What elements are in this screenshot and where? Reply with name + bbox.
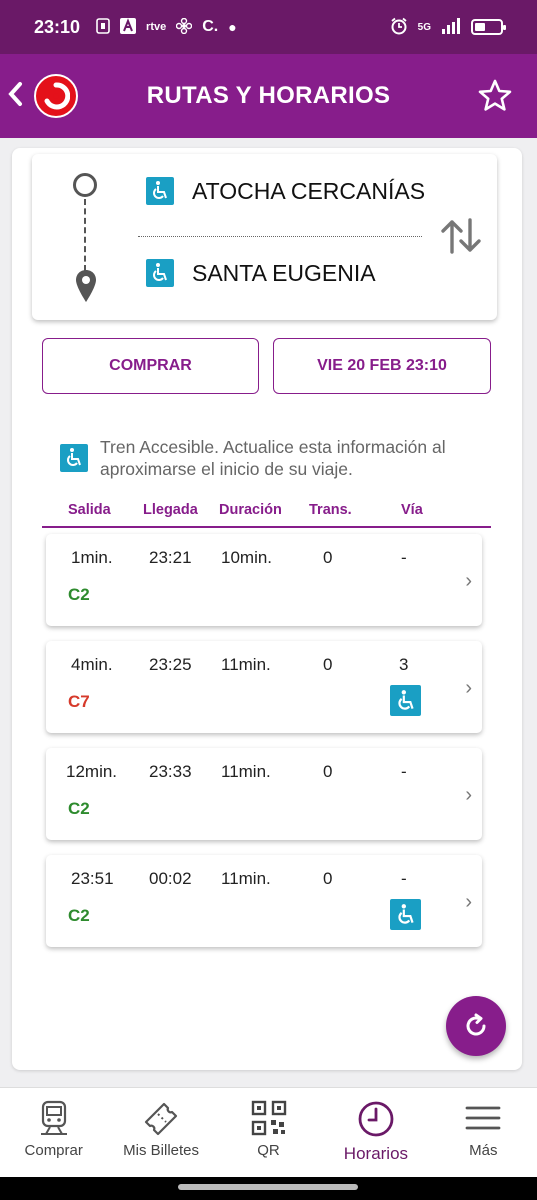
trip-line: C2: [68, 906, 90, 925]
chevron-right-icon: ›: [465, 677, 472, 699]
trip-row[interactable]: 12min. 23:33 11min. 0 - C2 ›: [46, 748, 482, 840]
dot-icon: ●: [228, 19, 237, 35]
origin-station-name: ATOCHA CERCANÍAS: [192, 177, 426, 204]
trip-transfers: 0: [323, 762, 333, 781]
trip-duration: 11min.: [221, 762, 271, 781]
nav-item-horarios[interactable]: Horarios: [322, 1088, 429, 1177]
trip-departure: 4min.: [71, 655, 113, 674]
alarm-icon: [390, 17, 408, 38]
qr-code-icon: [251, 1100, 286, 1136]
trip-departure: 12min.: [66, 762, 118, 781]
column-header-duration: Duración: [219, 502, 282, 518]
chevron-right-icon: ›: [465, 784, 472, 806]
column-headers: Salida Llegada Duración Trans. Vía: [42, 500, 491, 528]
c-icon: C.: [202, 18, 219, 35]
network-type: 5G: [417, 21, 431, 33]
status-system-icons: 5G: [390, 17, 506, 38]
destination-station-name: SANTA EUGENIA: [192, 259, 376, 286]
fan-icon: [176, 17, 193, 37]
star-outline-icon: [478, 79, 512, 111]
nav-item-mas[interactable]: Más: [430, 1088, 537, 1177]
route-separator: [138, 236, 422, 237]
trip-platform: -: [401, 762, 407, 781]
destination-station[interactable]: SANTA EUGENIA: [146, 259, 376, 287]
origin-station[interactable]: ATOCHA CERCANÍAS: [146, 177, 425, 205]
trip-platform: -: [401, 869, 407, 888]
nav-item-comprar[interactable]: Comprar: [0, 1088, 107, 1177]
location-pin-icon: [75, 269, 97, 308]
wheelchair-icon: [390, 685, 421, 716]
trip-transfers: 0: [323, 548, 333, 567]
trip-duration: 10min.: [221, 548, 273, 567]
wheelchair-icon: [146, 177, 174, 205]
nav-label: Comprar: [24, 1142, 83, 1159]
refresh-icon: [466, 1013, 486, 1036]
favorite-button[interactable]: [477, 78, 513, 114]
train-icon: [40, 1100, 67, 1135]
swap-stations-button[interactable]: [439, 216, 483, 256]
signal-icon: [441, 17, 461, 37]
column-header-platform: Vía: [401, 502, 423, 518]
status-time: 23:10: [34, 16, 81, 37]
trip-platform: -: [401, 548, 407, 567]
battery-icon: [471, 19, 506, 35]
bottom-navigation: Comprar Mis Billetes QR Horarios Más: [0, 1087, 537, 1177]
buy-button[interactable]: COMPRAR: [42, 338, 259, 394]
page-title: RUTAS Y HORARIOS: [146, 82, 391, 109]
trip-line: C7: [68, 692, 90, 711]
column-header-transfers: Trans.: [309, 502, 352, 518]
trip-departure: 23:51: [71, 869, 114, 888]
status-notification-icons: rtve C. ●: [96, 17, 237, 37]
notice-text: Tren Accesible. Actualice esta informaci…: [100, 437, 446, 479]
madrid-icon: [96, 17, 110, 37]
origin-circle-icon: [73, 173, 97, 197]
nav-item-qr[interactable]: QR: [215, 1088, 322, 1177]
nav-label: Más: [469, 1142, 498, 1159]
trip-row[interactable]: 1min. 23:21 10min. 0 - C2 ›: [46, 534, 482, 626]
route-selector: ATOCHA CERCANÍAS SANTA EUGENIA: [32, 154, 497, 320]
trip-transfers: 0: [323, 869, 333, 888]
nav-label: Horarios: [343, 1144, 409, 1163]
trip-line: C2: [68, 799, 90, 818]
date-time-button[interactable]: VIE 20 FEB 23:10: [273, 338, 491, 394]
chevron-right-icon: ›: [465, 570, 472, 592]
wheelchair-icon: [60, 444, 88, 472]
nav-label: QR: [257, 1142, 280, 1159]
wheelchair-icon: [390, 899, 421, 930]
accessibility-notice: Tren Accesible. Actualice esta informaci…: [60, 436, 500, 480]
trip-arrival: 00:02: [149, 869, 192, 888]
column-header-departure: Salida: [68, 502, 111, 518]
trip-departure: 1min.: [71, 548, 113, 567]
trip-row[interactable]: 4min. 23:25 11min. 0 3 C7 ›: [46, 641, 482, 733]
wheelchair-icon: [146, 259, 174, 287]
ticket-icon: [145, 1102, 178, 1136]
nav-item-mis-billetes[interactable]: Mis Billetes: [107, 1088, 214, 1177]
trip-platform: 3: [399, 655, 409, 674]
status-bar: 23:10 rtve C. ● 5G: [0, 0, 537, 54]
system-gesture-bar: [0, 1177, 537, 1200]
trip-line: C2: [68, 585, 90, 604]
refresh-button[interactable]: [446, 996, 506, 1056]
trip-arrival: 23:21: [149, 548, 192, 567]
trip-duration: 11min.: [221, 869, 271, 888]
trip-arrival: 23:33: [149, 762, 192, 781]
main-content: ATOCHA CERCANÍAS SANTA EUGENIA COMPRAR V…: [12, 148, 522, 1070]
gesture-handle[interactable]: [178, 1184, 358, 1190]
swap-vertical-icon: [441, 218, 481, 254]
route-dashed-line: [84, 199, 86, 271]
nav-label: Mis Billetes: [123, 1142, 200, 1159]
clock-icon: [358, 1101, 394, 1137]
trip-arrival: 23:25: [149, 655, 192, 674]
trip-row[interactable]: 23:51 00:02 11min. 0 - C2 ›: [46, 855, 482, 947]
a-icon: [120, 17, 137, 37]
column-header-arrival: Llegada: [143, 502, 198, 518]
rtve-play-icon: rtve: [146, 21, 167, 33]
menu-icon: [465, 1106, 501, 1130]
trip-transfers: 0: [323, 655, 333, 674]
trip-duration: 11min.: [221, 655, 271, 674]
app-bar: RUTAS Y HORARIOS: [0, 54, 537, 138]
chevron-right-icon: ›: [465, 891, 472, 913]
